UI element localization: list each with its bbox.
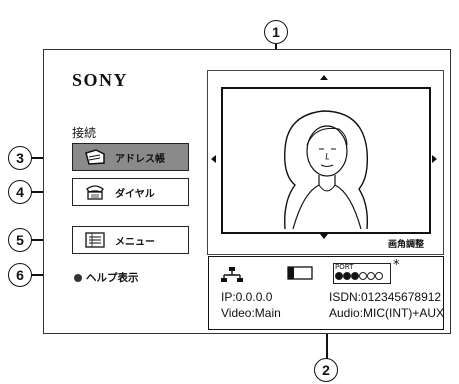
pan-left-arrow-icon[interactable] [211,155,216,163]
address-book-label: アドレス帳 [115,153,165,165]
port-dot-5 [367,272,375,280]
callout-5: 5 [8,228,32,252]
menu-list-icon [83,231,107,249]
video-source-text: Video:Main [221,306,281,320]
person-illustration [284,110,369,230]
connection-section-title: 接続 [72,126,97,140]
card-icon [287,266,313,280]
port-dot-4 [359,272,367,280]
dial-button[interactable]: ダイヤル [72,178,189,206]
port-dot-2 [343,272,351,280]
port-dot-3 [351,272,359,280]
address-book-button[interactable]: アドレス帳 [72,143,189,171]
port-label: PORT [335,263,354,271]
callout-3: 3 [8,146,32,170]
help-bullet-icon [74,273,82,282]
pan-down-arrow-icon[interactable] [320,234,328,239]
menu-label: メニュー [115,236,155,248]
pan-up-arrow-icon[interactable] [320,75,328,80]
callout-1: 1 [264,20,288,44]
dial-label: ダイヤル [115,188,155,200]
audio-source-text: Audio:MIC(INT)+AUX [329,306,445,320]
brand-logo: SONY [72,70,129,90]
callout-4: 4 [8,180,32,204]
address-book-icon [83,148,107,166]
callout-2: 2 [314,358,338,382]
video-preview[interactable] [221,87,431,234]
network-icon [221,267,243,282]
port-asterisk: * [393,258,400,273]
port-dot-1 [335,272,343,280]
dial-phone-icon [83,183,107,201]
menu-button[interactable]: メニュー [72,226,189,254]
help-display-link[interactable]: ヘルプ表示 [74,270,139,285]
callout-6: 6 [8,263,32,287]
help-label: ヘルプ表示 [86,272,139,284]
ip-address-text: IP:0.0.0.0 [221,290,273,304]
port-dot-6 [375,272,383,280]
pan-right-arrow-icon[interactable] [432,155,437,163]
zoom-adjust-label[interactable]: 画角調整 [388,237,424,250]
isdn-number-text: ISDN:012345678912 [329,290,442,304]
